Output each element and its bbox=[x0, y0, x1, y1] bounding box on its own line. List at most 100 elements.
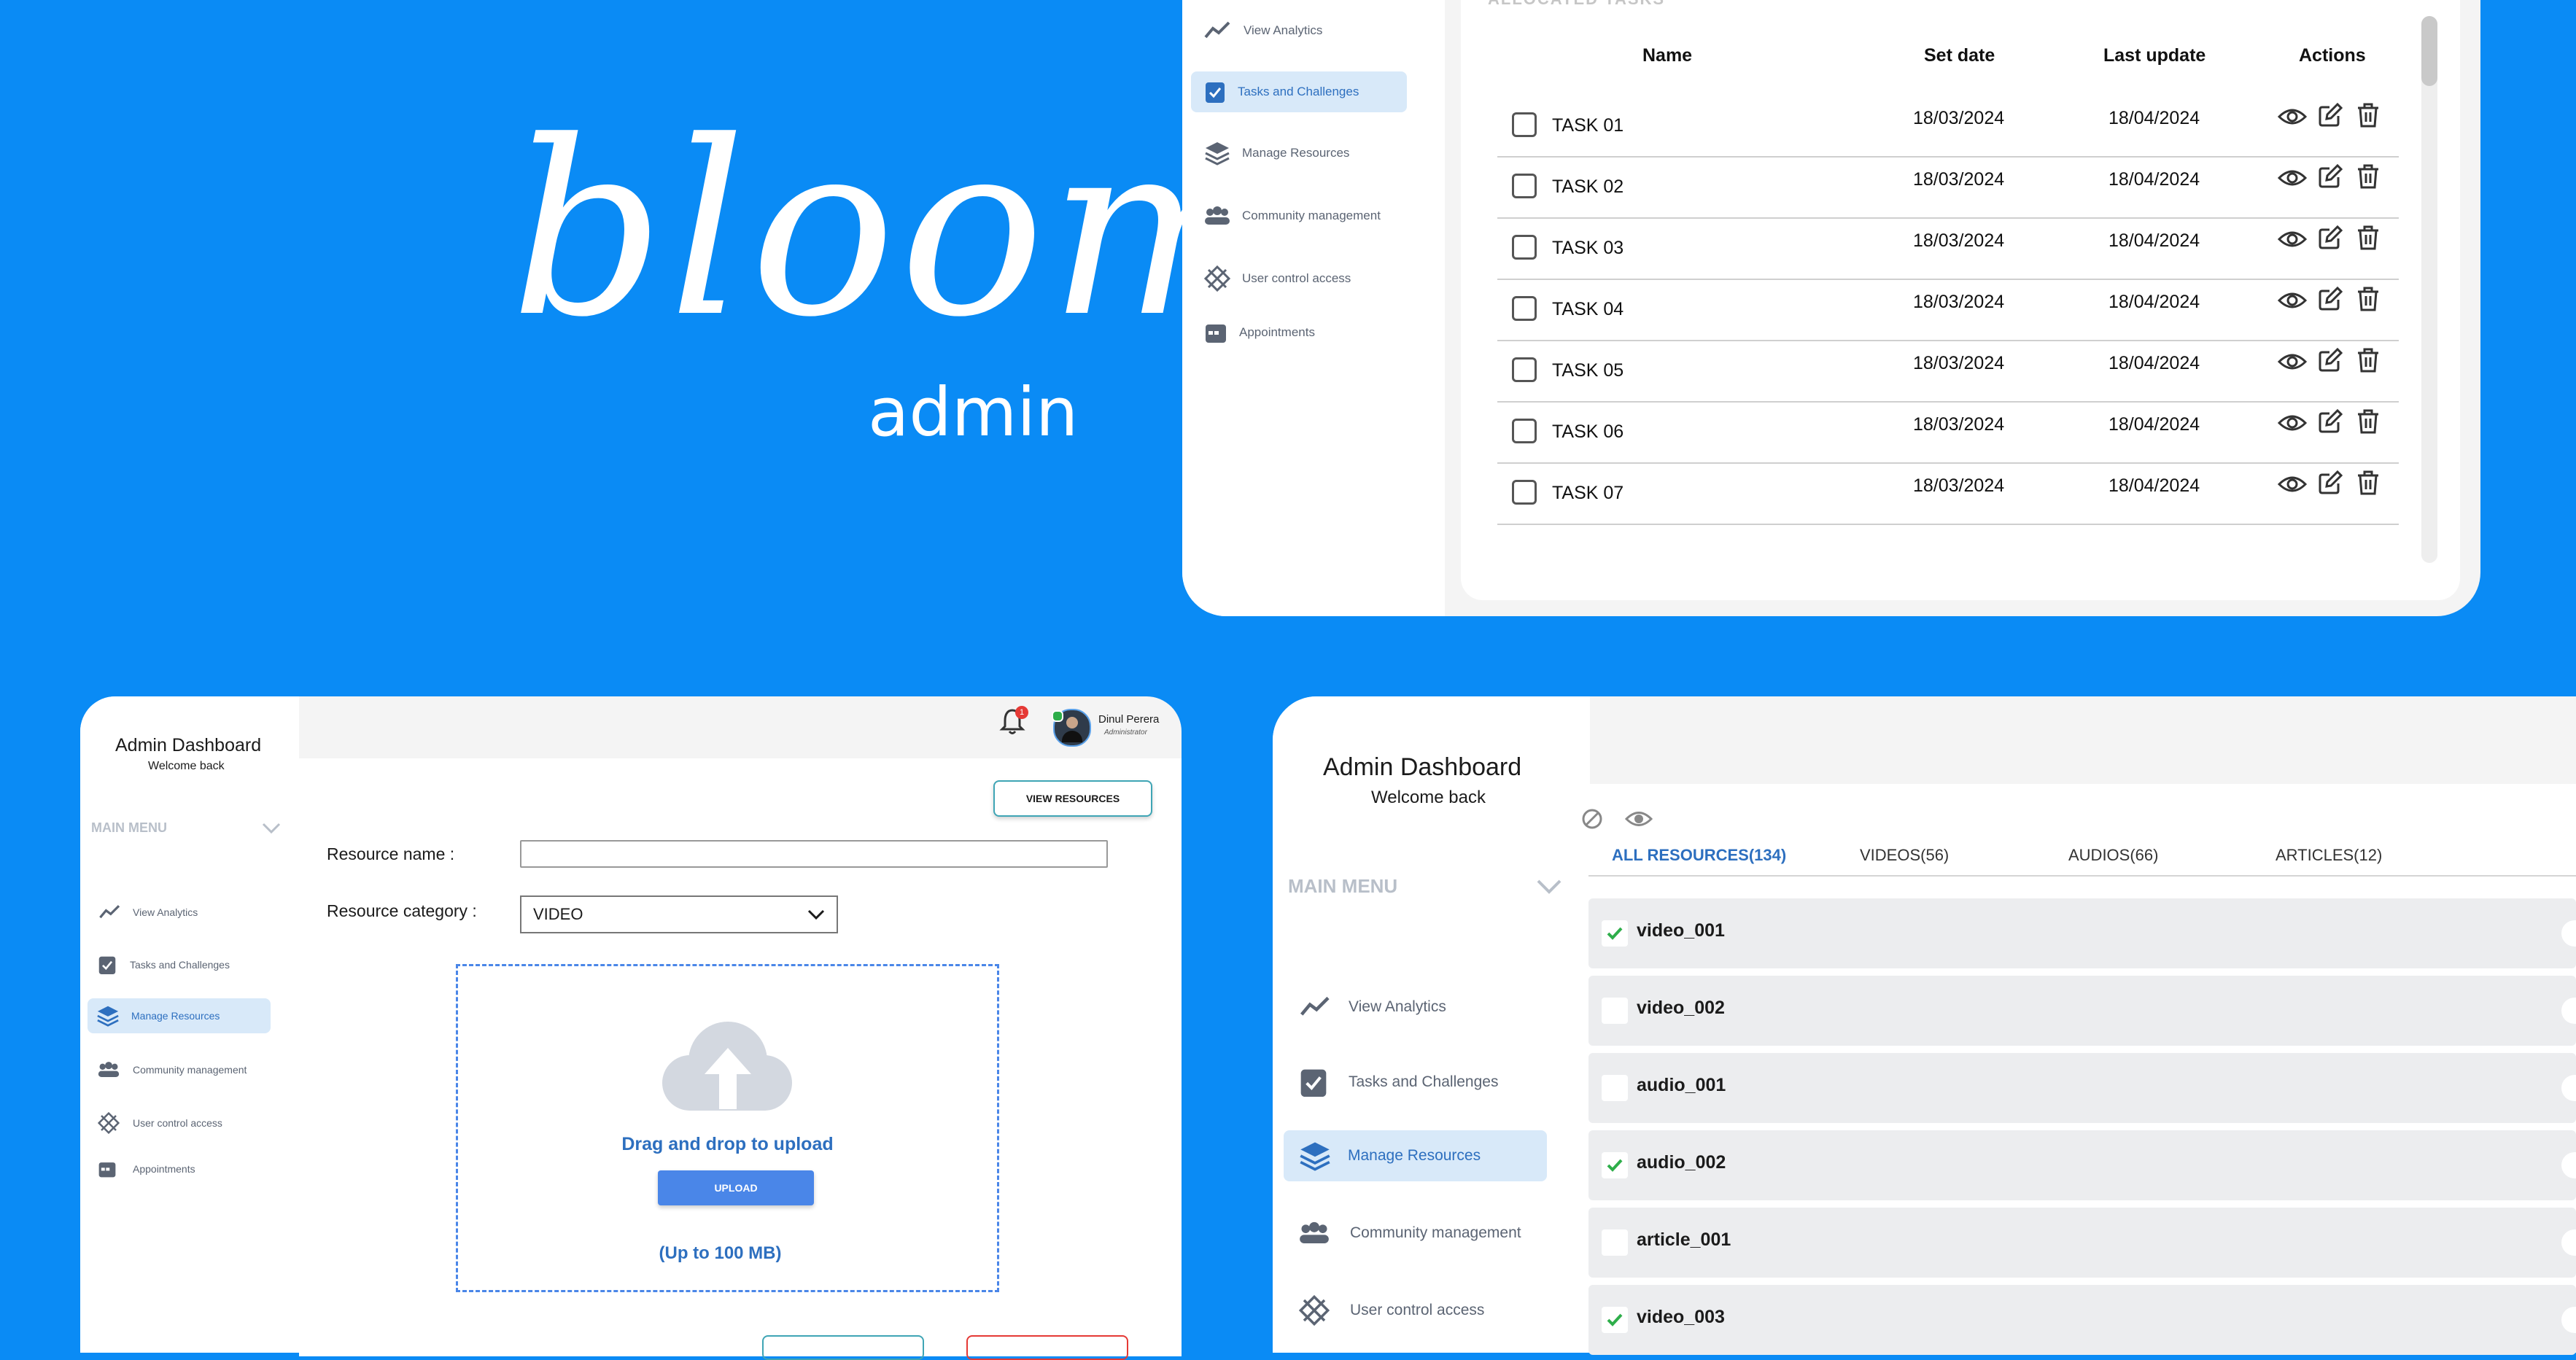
sidebar-item-analytics[interactable]: View Analytics bbox=[98, 901, 280, 923]
edit-task-button[interactable] bbox=[2314, 344, 2346, 376]
list-item[interactable]: article_001 bbox=[1588, 1208, 2576, 1278]
check-icon bbox=[1607, 1313, 1623, 1326]
sidebar-item-analytics[interactable]: View Analytics bbox=[1299, 992, 1547, 1022]
list-item[interactable]: video_001 bbox=[1588, 898, 2576, 968]
resource-checkbox[interactable] bbox=[1602, 1075, 1628, 1101]
sidebar-item-community[interactable]: Community management bbox=[1204, 201, 1423, 230]
resource-checkbox[interactable] bbox=[1602, 920, 1628, 947]
edit-task-button[interactable] bbox=[2314, 99, 2346, 131]
sidebar-item-community[interactable]: Community management bbox=[98, 1059, 295, 1081]
resource-checkbox[interactable] bbox=[1602, 998, 1628, 1024]
task-checkbox[interactable] bbox=[1512, 357, 1537, 382]
table-row: TASK 06 18/03/2024 18/04/2024 bbox=[1497, 401, 2399, 464]
edit-task-button[interactable] bbox=[2314, 467, 2346, 499]
task-last-update: 18/04/2024 bbox=[2108, 230, 2200, 251]
sidebar-item-tasks[interactable]: Tasks and Challenges bbox=[98, 954, 280, 976]
list-item[interactable]: video_003 bbox=[1588, 1285, 2576, 1355]
tasks-scrollbar-thumb[interactable] bbox=[2421, 16, 2437, 86]
task-checkbox[interactable] bbox=[1512, 112, 1537, 137]
resource-name: video_001 bbox=[1637, 920, 1725, 941]
delete-task-button[interactable] bbox=[2352, 222, 2384, 254]
list-item[interactable]: audio_001 bbox=[1588, 1053, 2576, 1123]
tab-all[interactable]: ALL RESOURCES(134) bbox=[1612, 846, 1786, 865]
resource-toggle[interactable] bbox=[2561, 1152, 2576, 1178]
view-task-button[interactable] bbox=[2276, 162, 2308, 194]
resource-toggle[interactable] bbox=[2561, 1307, 2576, 1333]
task-checkbox[interactable] bbox=[1512, 235, 1537, 260]
tab-videos[interactable]: VIDEOS(56) bbox=[1860, 846, 1949, 865]
sidebar-item-tasks[interactable]: Tasks and Challenges bbox=[1299, 1065, 1547, 1100]
sidebar-item-access[interactable]: User control access bbox=[1204, 264, 1408, 293]
view-task-button[interactable] bbox=[2276, 223, 2308, 255]
preview-filter-button[interactable] bbox=[1624, 809, 1653, 832]
resource-toggle[interactable] bbox=[2561, 1229, 2576, 1256]
resource-checkbox[interactable] bbox=[1602, 1152, 1628, 1178]
notification-button[interactable]: 1 bbox=[999, 706, 1028, 739]
task-checkbox[interactable] bbox=[1512, 419, 1537, 443]
delete-task-button[interactable] bbox=[2352, 160, 2384, 193]
task-checkbox[interactable] bbox=[1512, 174, 1537, 198]
sidebar-item-resources[interactable]: Manage Resources bbox=[88, 998, 271, 1033]
sidebar-item-label: Community management bbox=[133, 1064, 247, 1076]
edit-task-button[interactable] bbox=[2314, 283, 2346, 315]
sidebar-item-tasks[interactable]: Tasks and Challenges bbox=[1191, 71, 1407, 112]
task-last-update: 18/04/2024 bbox=[2108, 414, 2200, 435]
resource-category-select[interactable]: VIDEO bbox=[520, 895, 838, 933]
resource-checkbox[interactable] bbox=[1602, 1229, 1628, 1256]
resource-name-input[interactable] bbox=[520, 840, 1108, 868]
sidebar-item-appointments[interactable]: Appointments bbox=[98, 1158, 280, 1180]
sidebar-item-resources[interactable]: Manage Resources bbox=[1204, 139, 1408, 168]
resource-toggle[interactable] bbox=[2561, 1075, 2576, 1101]
delete-task-button[interactable] bbox=[2352, 405, 2384, 438]
people-icon bbox=[1300, 1221, 1329, 1243]
task-set-date: 18/03/2024 bbox=[1913, 169, 2005, 190]
sidebar-item-access[interactable]: User control access bbox=[98, 1111, 280, 1135]
resource-name: audio_002 bbox=[1637, 1152, 1726, 1173]
delete-task-button[interactable] bbox=[2352, 344, 2384, 376]
tasks-scrollbar[interactable] bbox=[2421, 16, 2437, 563]
sidebar-item-community[interactable]: Community management bbox=[1299, 1218, 1561, 1248]
cancel-button[interactable] bbox=[762, 1335, 924, 1360]
view-task-button[interactable] bbox=[2276, 101, 2308, 133]
view-task-button[interactable] bbox=[2276, 346, 2308, 378]
delete-task-button[interactable] bbox=[2352, 467, 2384, 499]
sidebar-item-analytics[interactable]: View Analytics bbox=[1204, 16, 1401, 45]
sidebar-item-label: Tasks and Challenges bbox=[1349, 1073, 1499, 1090]
resource-name-label: Resource name : bbox=[327, 844, 455, 863]
edit-task-button[interactable] bbox=[2314, 222, 2346, 254]
upload-dropzone[interactable]: Drag and drop to upload UPLOAD (Up to 10… bbox=[456, 964, 999, 1292]
list-item[interactable]: video_002 bbox=[1588, 976, 2576, 1046]
disable-filter-button[interactable] bbox=[1581, 808, 1603, 830]
main-menu-header[interactable]: MAIN MENU bbox=[1288, 875, 1562, 898]
edit-task-button[interactable] bbox=[2314, 160, 2346, 193]
sidebar-item-access[interactable]: User control access bbox=[1299, 1294, 1547, 1326]
delete-task-button[interactable] bbox=[2352, 283, 2384, 315]
tab-articles[interactable]: ARTICLES(12) bbox=[2276, 846, 2382, 865]
view-resources-button[interactable]: VIEW RESOURCES bbox=[993, 780, 1152, 817]
sidebar-item-appointments[interactable]: Appointments bbox=[1204, 318, 1408, 347]
user-profile[interactable]: Dinul Perera Administrator bbox=[1052, 707, 1168, 747]
upload-button[interactable]: UPLOAD bbox=[658, 1170, 814, 1205]
view-task-button[interactable] bbox=[2276, 468, 2308, 500]
analytics-icon bbox=[1204, 21, 1230, 39]
task-checkbox[interactable] bbox=[1512, 296, 1537, 321]
resource-checkbox[interactable] bbox=[1602, 1307, 1628, 1333]
people-icon bbox=[1205, 206, 1230, 225]
task-last-update: 18/04/2024 bbox=[2108, 475, 2200, 496]
edit-task-button[interactable] bbox=[2314, 405, 2346, 438]
tab-audios[interactable]: AUDIOS(66) bbox=[2068, 846, 2158, 865]
resource-toggle[interactable] bbox=[2561, 920, 2576, 947]
task-name: TASK 05 bbox=[1552, 360, 1624, 381]
delete-task-button[interactable] bbox=[2352, 99, 2384, 131]
list-item[interactable]: audio_002 bbox=[1588, 1130, 2576, 1200]
sidebar-item-resources[interactable]: Manage Resources bbox=[1284, 1130, 1547, 1181]
submit-button[interactable] bbox=[966, 1335, 1128, 1360]
resource-toggle[interactable] bbox=[2561, 998, 2576, 1024]
task-name: TASK 01 bbox=[1552, 115, 1624, 136]
main-menu-header[interactable]: MAIN MENU bbox=[91, 820, 281, 836]
eye-icon bbox=[2278, 292, 2307, 308]
view-task-button[interactable] bbox=[2276, 407, 2308, 439]
view-task-button[interactable] bbox=[2276, 284, 2308, 316]
col-set-date-header: Set date bbox=[1924, 45, 1995, 66]
task-checkbox[interactable] bbox=[1512, 480, 1537, 505]
